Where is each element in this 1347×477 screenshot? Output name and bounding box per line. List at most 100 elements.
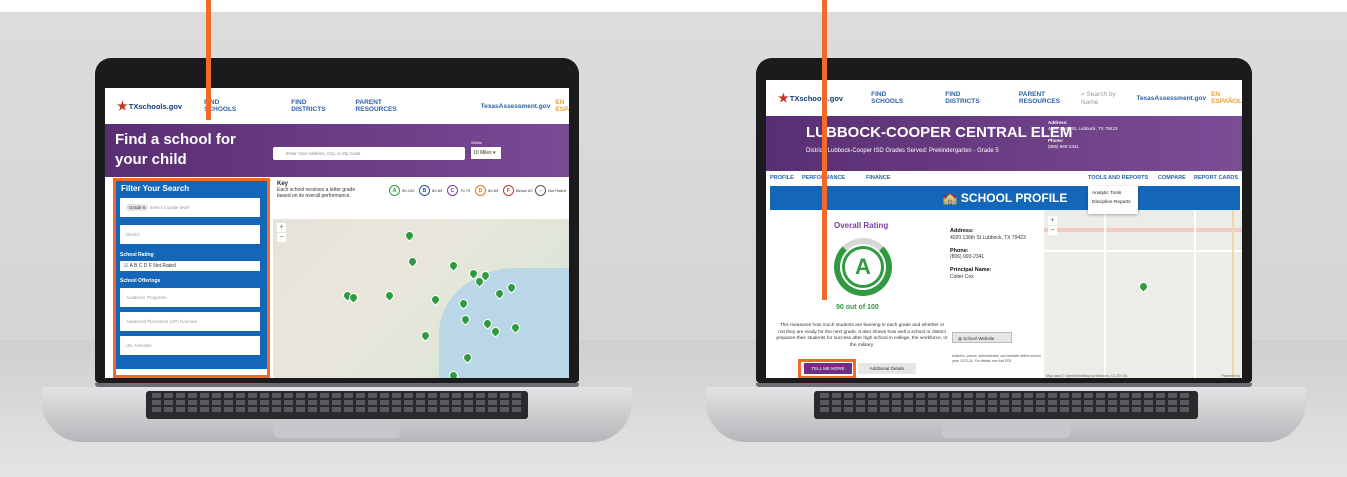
hero-title: Find a school for your child: [115, 131, 236, 168]
tab-finance[interactable]: FINANCE: [866, 175, 890, 181]
school-pin[interactable]: [429, 293, 442, 306]
map-credit: Map data © OpenStreetMap contributors, C…: [1046, 374, 1128, 378]
road: [1044, 250, 1242, 252]
tell-me-more-highlight: [798, 359, 856, 378]
rating-card: Overall Rating A 90 out of 100 This meas…: [770, 210, 1041, 376]
school-pin[interactable]: [403, 229, 416, 242]
zoom-in-icon[interactable]: +: [277, 223, 286, 232]
school-building-icon: 🏫: [942, 191, 958, 205]
tools-dropdown-menu: Analytic Tools Discipline Reports: [1088, 186, 1138, 214]
road: [1104, 210, 1106, 378]
pin-b-icon: B: [419, 185, 430, 196]
chevron-down-icon: ▾: [493, 150, 496, 156]
school-pin[interactable]: [406, 255, 419, 268]
right-trackpad: [942, 422, 1070, 438]
address-search-input[interactable]: Enter Your Address, City, or Zip Code: [273, 147, 465, 160]
school-pin[interactable]: [383, 289, 396, 302]
road: [1044, 228, 1242, 232]
right-laptop: ★ TXschools.gov FIND SCHOOLS FIND DISTRIC…: [706, 58, 1306, 458]
nav-find-districts[interactable]: FIND DISTRICTS: [945, 91, 981, 105]
within-select[interactable]: 10 Miles ▾: [471, 147, 501, 159]
gulf-water: [439, 268, 569, 378]
pin-not-rated-icon: -: [535, 185, 546, 196]
zoom-out-icon[interactable]: −: [277, 233, 286, 242]
left-callout-line: [206, 0, 211, 120]
school-location-pin[interactable]: [1137, 280, 1150, 293]
pin-c-icon: C: [447, 185, 458, 196]
school-info: Address: 4020 136th St Lubbock, TX 79423…: [950, 228, 1026, 280]
right-callout-line: [822, 0, 827, 300]
school-profile-banner: 🏫 SCHOOL PROFILE: [770, 186, 1240, 210]
tab-profile[interactable]: PROFILE: [770, 175, 794, 181]
zoom-in-icon[interactable]: +: [1048, 216, 1057, 225]
school-website-button[interactable]: ◍ School Website: [952, 332, 1012, 343]
nav-texas-assessment[interactable]: TexasAssessment.gov: [1136, 95, 1206, 102]
overall-rating-label: Overall Rating: [834, 221, 889, 230]
tab-compare[interactable]: COMPARE: [1158, 175, 1186, 181]
left-top-nav: ★ TXschools.gov FIND SCHOOLS FIND DISTRIC…: [105, 88, 569, 124]
key-description: Each school receives a letter grade base…: [277, 187, 356, 199]
filter-highlight-box: [113, 178, 270, 378]
legend-b: B 80-89: [419, 185, 442, 196]
legend-d: D 60-69: [475, 185, 498, 196]
key-row: [152, 407, 522, 412]
lang-toggle[interactable]: EN ESPAÑOL: [1211, 91, 1242, 105]
legend-a: A 90-100: [389, 185, 414, 196]
key-row: [820, 393, 1192, 398]
profile-tabs: PROFILE PERFORMANCE FINANCE TOOLS AND RE…: [766, 171, 1242, 185]
school-pin[interactable]: [447, 259, 460, 272]
search-placeholder: Enter Your Address, City, or Zip Code: [286, 151, 361, 156]
map-key: Key Each school receives a letter grade …: [273, 179, 569, 219]
nav-find-schools[interactable]: FIND SCHOOLS: [871, 91, 905, 105]
legend-f: F Below 60: [503, 185, 532, 196]
lang-toggle[interactable]: EN ESPAÑOL: [555, 99, 569, 113]
left-laptop: ★ TXschools.gov FIND SCHOOLS FIND DISTRIC…: [42, 58, 632, 458]
right-laptop-lid: ★ TXschools.gov FIND SCHOOLS FIND DISTRIC…: [756, 58, 1252, 383]
additional-details-button[interactable]: Additional Details: [858, 363, 916, 374]
key-row: [152, 393, 522, 398]
star-logo-icon: ★: [778, 91, 789, 105]
measure-description: This measures how much students are lear…: [776, 323, 948, 348]
pin-a-icon: A: [389, 185, 400, 196]
right-top-nav: ★ TXschools.gov FIND SCHOOLS FIND DISTRIC…: [766, 80, 1242, 116]
school-pin[interactable]: [419, 329, 432, 342]
zoom-out-icon[interactable]: −: [1048, 226, 1057, 235]
school-header: LUBBOCK-COOPER CENTRAL ELEM District: Lu…: [766, 116, 1242, 171]
school-map[interactable]: + −: [273, 219, 569, 378]
right-keyboard: [814, 391, 1198, 419]
nav-texas-assessment[interactable]: TexasAssessment.gov: [481, 103, 551, 110]
road: [1194, 210, 1196, 378]
school-location-map[interactable]: + − Map data © OpenStreetMap contributor…: [1044, 210, 1242, 378]
school-name: LUBBOCK-COOPER CENTRAL ELEM: [806, 124, 1073, 141]
site-logo[interactable]: ★ TXschools.gov: [778, 91, 843, 105]
pin-f-icon: F: [503, 185, 514, 196]
menu-item-analytic-tools[interactable]: Analytic Tools: [1092, 189, 1134, 198]
within-label: Within: [471, 140, 483, 145]
site-logo[interactable]: ★ TXschools.gov: [117, 99, 182, 113]
road: [1232, 210, 1234, 378]
tab-tools-and-reports[interactable]: TOOLS AND REPORTS: [1088, 175, 1148, 181]
key-row: [820, 407, 1192, 412]
tab-report-cards[interactable]: REPORT CARDS: [1194, 175, 1238, 181]
legend-c: C 70-79: [447, 185, 470, 196]
district-line: District: Lubbock-Cooper ISD Grades Serv…: [806, 148, 999, 154]
left-laptop-lid: ★ TXschools.gov FIND SCHOOLS FIND DISTRIC…: [95, 58, 579, 383]
name-search-input[interactable]: ⌕ Search by Name: [1081, 91, 1118, 106]
star-logo-icon: ★: [117, 99, 128, 113]
score-text: 90 out of 100: [836, 304, 879, 311]
header-contact: Address: 4020 136th St, Lubbock, TX 7942…: [1048, 120, 1118, 149]
left-laptop-base: [42, 387, 632, 442]
pin-d-icon: D: [475, 185, 486, 196]
nav-parent-resources[interactable]: PARENT RESOURCES: [356, 99, 397, 113]
key-row: [820, 400, 1192, 405]
legend-not-rated: - Not Rated: [535, 185, 566, 196]
nav-parent-resources[interactable]: PARENT RESOURCES: [1019, 91, 1067, 105]
key-row: [152, 400, 522, 405]
search-icon: ⌕: [1081, 90, 1085, 98]
data-note: Address, phone, administrator, and websi…: [952, 354, 1041, 363]
globe-icon: ◍: [958, 336, 962, 341]
left-keyboard: [146, 391, 528, 419]
powered-by: Powered by: [1221, 374, 1240, 378]
menu-item-discipline-reports[interactable]: Discipline Reports: [1092, 198, 1134, 207]
nav-find-districts[interactable]: FIND DISTRICTS: [291, 99, 325, 113]
